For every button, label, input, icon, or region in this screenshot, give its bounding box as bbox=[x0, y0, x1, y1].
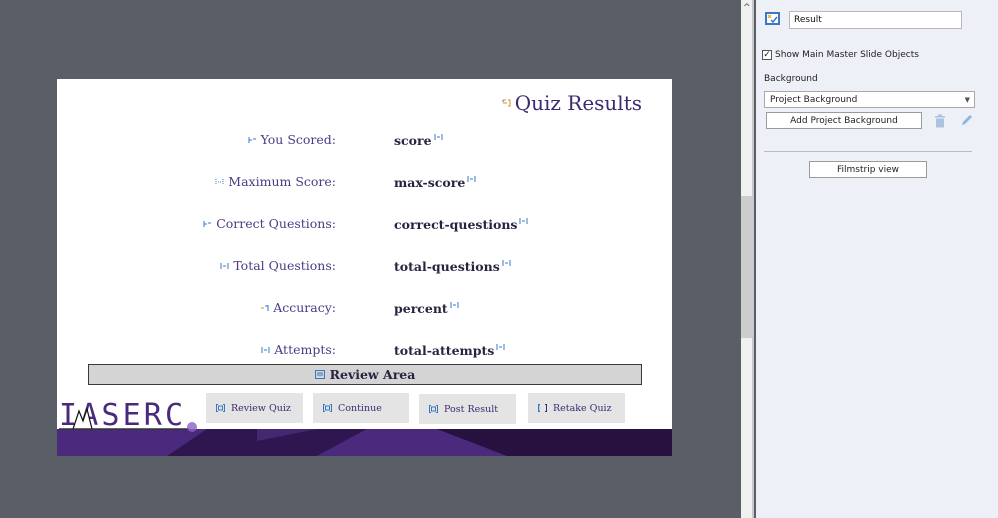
scrollbar-thumb[interactable] bbox=[741, 196, 753, 338]
button-icon bbox=[216, 404, 225, 412]
caption-icon bbox=[248, 136, 257, 144]
caption-icon bbox=[220, 262, 229, 270]
properties-panel: ✓ Show Main Master Slide Objects Backgro… bbox=[756, 0, 998, 518]
label-accuracy[interactable]: Accuracy: bbox=[260, 300, 336, 315]
label-correct-questions[interactable]: Correct Questions: bbox=[203, 216, 336, 231]
label-you-scored[interactable]: You Scored: bbox=[248, 132, 336, 147]
caption-icon bbox=[260, 304, 269, 312]
variable-icon bbox=[434, 133, 443, 141]
label-maximum-score[interactable]: Maximum Score: bbox=[215, 174, 336, 189]
review-quiz-button[interactable]: Review Quiz bbox=[206, 393, 303, 423]
continue-button[interactable]: Continue bbox=[313, 393, 409, 423]
label-total-questions[interactable]: Total Questions: bbox=[220, 258, 336, 273]
button-icon bbox=[429, 405, 438, 413]
variable-icon bbox=[502, 259, 511, 267]
button-icon bbox=[538, 404, 547, 412]
add-project-background-button[interactable]: Add Project Background bbox=[766, 112, 922, 129]
pencil-icon[interactable] bbox=[960, 113, 974, 127]
variable-icon bbox=[519, 217, 528, 225]
variable-icon bbox=[450, 301, 459, 309]
checkbox-checked-icon[interactable]: ✓ bbox=[762, 50, 772, 60]
slide-name-input[interactable] bbox=[789, 11, 962, 29]
value-total-attempts[interactable]: total-attempts bbox=[394, 343, 505, 358]
iaserc-logo: IASERC bbox=[59, 398, 197, 433]
text-caption-icon bbox=[502, 99, 511, 107]
review-area-icon bbox=[314, 370, 325, 379]
retake-quiz-button[interactable]: Retake Quiz bbox=[528, 393, 625, 423]
value-total-questions[interactable]: total-questions bbox=[394, 259, 511, 274]
button-icon bbox=[323, 404, 332, 412]
divider bbox=[764, 151, 972, 152]
vertical-scrollbar[interactable]: ^ bbox=[741, 0, 754, 518]
value-percent[interactable]: percent bbox=[394, 301, 459, 316]
title-text: Quiz Results bbox=[514, 91, 642, 115]
value-score[interactable]: score bbox=[394, 133, 443, 148]
variable-icon bbox=[467, 175, 476, 183]
review-area[interactable]: Review Area bbox=[88, 364, 642, 385]
slide-result[interactable]: Quiz Results You Scored: score Maximum S… bbox=[57, 79, 672, 456]
slide-thumbnail-icon bbox=[765, 12, 780, 25]
chevron-down-icon: ▼ bbox=[964, 96, 970, 104]
background-select[interactable]: Project Background ▼ bbox=[764, 91, 975, 108]
variable-icon bbox=[496, 343, 505, 351]
caption-icon bbox=[215, 178, 224, 186]
background-label: Background bbox=[764, 74, 818, 84]
label-attempts[interactable]: Attempts: bbox=[261, 342, 336, 357]
caption-icon bbox=[261, 346, 270, 354]
stage-canvas: Quiz Results You Scored: score Maximum S… bbox=[0, 0, 740, 518]
show-master-objects-checkbox[interactable]: ✓ Show Main Master Slide Objects bbox=[762, 50, 919, 60]
value-max-score[interactable]: max-score bbox=[394, 175, 476, 190]
value-correct-questions[interactable]: correct-questions bbox=[394, 217, 528, 232]
filmstrip-view-button[interactable]: Filmstrip view bbox=[809, 161, 927, 178]
post-result-button[interactable]: Post Result bbox=[419, 394, 516, 424]
quiz-results-title[interactable]: Quiz Results bbox=[502, 91, 642, 115]
trash-icon[interactable] bbox=[934, 114, 946, 128]
caption-icon bbox=[203, 220, 212, 228]
scroll-up-icon[interactable]: ^ bbox=[743, 3, 751, 13]
